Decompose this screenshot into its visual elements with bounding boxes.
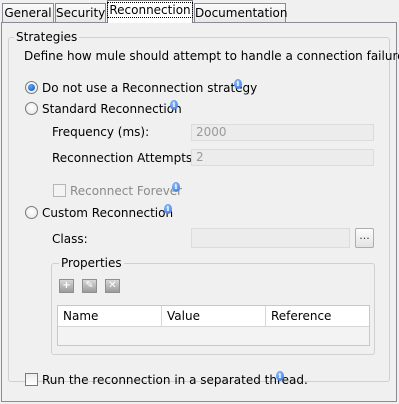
class-field[interactable] xyxy=(191,228,350,248)
info-icon: i xyxy=(234,79,242,89)
radio-no-strategy[interactable] xyxy=(25,81,38,94)
custom-reconnection-label: Custom Reconnection xyxy=(42,206,174,220)
tab-documentation-label: Documentation xyxy=(195,6,288,20)
tab-documentation[interactable]: Documentation xyxy=(194,3,288,22)
delete-property-button[interactable]: ✕ xyxy=(105,279,120,293)
info-icon: i xyxy=(170,100,178,110)
browse-button[interactable]: ... xyxy=(355,228,374,248)
column-header-name[interactable]: Name xyxy=(58,306,162,327)
attempts-label: Reconnection Attempts: xyxy=(52,151,197,165)
tab-security[interactable]: Security xyxy=(55,3,106,22)
radio-custom-reconnection[interactable] xyxy=(25,206,38,219)
class-label: Class: xyxy=(52,232,88,246)
separate-thread-checkbox[interactable] xyxy=(25,373,38,386)
attempts-field[interactable]: 2 xyxy=(191,149,374,166)
reconnect-forever-label: Reconnect Forever xyxy=(70,184,183,198)
properties-legend: Properties xyxy=(59,256,124,270)
add-property-button[interactable]: + xyxy=(59,279,74,293)
tab-reconnection-label: Reconnection xyxy=(107,2,193,18)
column-header-value[interactable]: Value xyxy=(162,306,266,327)
reconnect-forever-checkbox[interactable] xyxy=(53,184,66,197)
frequency-label: Frequency (ms): xyxy=(52,125,150,139)
column-header-reference[interactable]: Reference xyxy=(266,306,369,327)
tab-security-label: Security xyxy=(56,6,106,20)
no-strategy-label: Do not use a Reconnection strategy xyxy=(42,81,258,95)
add-icon: + xyxy=(62,280,71,291)
frequency-field[interactable]: 2000 xyxy=(191,124,374,141)
separate-thread-label: Run the reconnection in a separated thre… xyxy=(42,373,308,387)
properties-table: Name Value Reference xyxy=(57,305,370,346)
standard-reconnection-label: Standard Reconnection xyxy=(42,102,182,116)
info-icon: i xyxy=(172,182,180,192)
strategies-legend: Strategies xyxy=(14,30,80,44)
info-icon: i xyxy=(164,204,172,214)
info-icon: i xyxy=(276,371,284,381)
reconnection-panel: Strategies Define how mule should attemp… xyxy=(1,22,399,402)
delete-icon: ✕ xyxy=(108,280,117,291)
edit-icon: ✎ xyxy=(85,280,94,291)
radio-standard-reconnection[interactable] xyxy=(25,102,38,115)
tab-general[interactable]: General xyxy=(2,3,54,22)
tab-general-label: General xyxy=(4,6,52,20)
tab-reconnection[interactable]: Reconnection xyxy=(107,0,193,23)
edit-property-button[interactable]: ✎ xyxy=(82,279,97,293)
strategies-description: Define how mule should attempt to handle… xyxy=(24,49,399,63)
